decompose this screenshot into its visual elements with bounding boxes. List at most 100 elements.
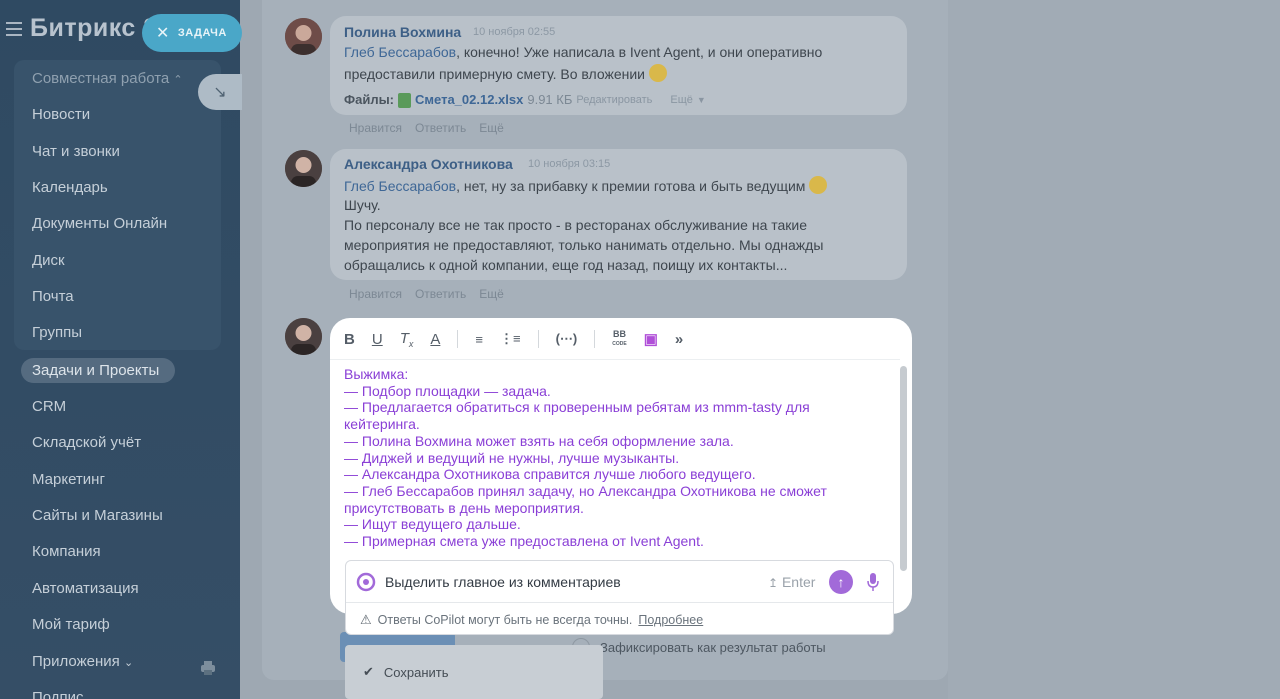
collapse-button[interactable]: ↘ — [198, 74, 242, 110]
fix-result-label[interactable]: Зафиксировать как результат работы — [600, 640, 826, 655]
comment-text: , нет, ну за прибавку к премии готова и … — [456, 178, 806, 194]
bbcode-icon[interactable]: BB CODE — [612, 330, 626, 348]
comment-author[interactable]: Полина Вохмина — [344, 24, 461, 40]
task-button-label: ЗАДАЧА — [177, 27, 227, 39]
bold-icon[interactable]: B — [344, 331, 355, 348]
excel-file-icon — [398, 92, 412, 108]
enter-hint-label: Enter — [781, 574, 816, 590]
sidebar-item-subscription[interactable]: Подпис... — [32, 689, 96, 699]
comment-text-line: Шучу. — [344, 197, 381, 213]
save-menu-item[interactable]: ✔ Сохранить — [363, 664, 449, 680]
avatar-image — [285, 150, 322, 187]
avatar-image — [285, 18, 322, 55]
summary-line: — Полина Вохмина может взять на себя офо… — [344, 432, 734, 449]
sidebar-item-calendar[interactable]: Календарь — [32, 179, 108, 196]
arrow-up-icon: ↑ — [837, 574, 845, 590]
more-info-link[interactable]: Подробнее — [638, 613, 703, 627]
underline-icon[interactable]: U — [372, 331, 383, 348]
enter-hint: ↥ Enter — [768, 574, 815, 590]
comment-text-line: обращались к одной компании, еще год наз… — [344, 257, 788, 273]
summary-line: присутствовать в день мероприятия. — [344, 499, 584, 516]
chevron-up-icon: ⌃ — [173, 74, 183, 86]
chevron-down-icon: ⌄ — [123, 657, 134, 669]
editor-content[interactable]: Выжимка: — Подбор площадки — задача. — П… — [344, 366, 884, 550]
editor-toolbar: B U Tx A ≡ ⋮≡ (⋯) BB CODE ▣ » — [344, 328, 700, 350]
reply-link[interactable]: Ответить — [415, 121, 466, 135]
reply-link[interactable]: Ответить — [415, 287, 466, 301]
comment-text-line: мероприятия не предоставляют, только нан… — [344, 237, 824, 253]
text-color-icon[interactable]: A — [430, 331, 440, 348]
avatar[interactable] — [285, 18, 322, 55]
file-size: 9.91 КБ — [527, 92, 573, 107]
comment-time: 10 ноября 03:15 — [528, 158, 611, 170]
sidebar-item-mail[interactable]: Почта — [32, 288, 74, 305]
sidebar-item-tasks[interactable]: Задачи и Проекты — [32, 362, 159, 379]
avatar[interactable] — [285, 318, 322, 355]
toolbar-divider — [537, 330, 539, 348]
bullet-list-icon[interactable]: ⋮≡ — [500, 331, 521, 347]
sidebar-item-apps[interactable]: Приложения ⌄ — [32, 653, 133, 670]
sidebar-item-disk[interactable]: Диск — [32, 252, 65, 269]
like-link[interactable]: Нравится — [349, 287, 402, 301]
overlay-shade — [948, 0, 1280, 699]
mention-link[interactable]: Глеб Бессарабов — [344, 44, 456, 60]
editor-scrollbar[interactable] — [900, 366, 907, 571]
sidebar-item-docs[interactable]: Документы Онлайн — [32, 215, 167, 232]
save-menu: ✔ Сохранить — [345, 645, 603, 699]
mention-link[interactable]: Глеб Бессарабов — [344, 178, 456, 194]
sidebar-item-sites[interactable]: Сайты и Магазины — [32, 507, 163, 524]
more-icon[interactable]: » — [675, 331, 683, 348]
files-label: Файлы: — [344, 92, 395, 107]
check-icon: ✔ — [363, 664, 374, 679]
sidebar-item-automation[interactable]: Автоматизация — [32, 580, 139, 597]
brand: Битрикс 2 — [6, 14, 158, 43]
comment-actions: Нравится Ответить Ещё — [349, 121, 504, 135]
sidebar-item-marketing[interactable]: Маркетинг — [32, 471, 105, 488]
copilot-prompt-input[interactable]: Выделить главное из комментариев — [385, 574, 621, 590]
sidebar-item-tariff[interactable]: Мой тариф — [32, 616, 110, 633]
smile-icon — [809, 176, 828, 194]
menu-icon[interactable] — [6, 21, 24, 36]
ordered-list-icon[interactable]: ≡ — [475, 332, 483, 347]
clear-format-icon[interactable]: Tx — [400, 330, 414, 349]
file-edit-link[interactable]: Редактировать — [576, 90, 652, 110]
brand-title: Битрикс 2 — [30, 14, 158, 42]
copilot-image-icon[interactable]: ▣ — [644, 330, 658, 348]
enter-arrow-icon: ↥ — [768, 576, 779, 590]
like-link[interactable]: Нравится — [349, 121, 402, 135]
summary-line: — Глеб Бессарабов принял задачу, но Алек… — [344, 482, 827, 499]
comment-author[interactable]: Александра Охотникова — [344, 156, 513, 172]
summary-line: — Предлагается обратиться к проверенным … — [344, 399, 810, 416]
file-link[interactable]: Смета_02.12.xlsx — [415, 90, 523, 110]
sidebar-item-crm[interactable]: CRM — [32, 398, 66, 415]
chevron-down-icon: ▼ — [696, 95, 706, 105]
more-link[interactable]: Ещё — [479, 121, 504, 135]
comment-text-line: предоставили примерную смету. Во вложени… — [344, 64, 667, 84]
summary-line: — Примерная смета уже предоставлена от I… — [344, 533, 704, 550]
comment-actions: Нравится Ответить Ещё — [349, 287, 504, 301]
editor-divider — [330, 359, 900, 360]
sidebar-item-chat[interactable]: Чат и звонки — [32, 143, 120, 160]
comment-text-line: Глеб Бессарабов, конечно! Уже написала в… — [344, 42, 822, 62]
comment-text-line: По персоналу все не так просто - в ресто… — [344, 217, 808, 233]
avatar[interactable] — [285, 150, 322, 187]
disclaimer-text: Ответы CoPilot могут быть не всегда точн… — [377, 613, 633, 627]
more-link[interactable]: Ещё — [479, 287, 504, 301]
file-more-link[interactable]: Ещё — [670, 90, 693, 110]
microphone-icon[interactable] — [866, 572, 880, 592]
sidebar-group-collab[interactable]: Совместная работа ⌃ — [32, 70, 183, 87]
sidebar-item-warehouse[interactable]: Складской учёт — [32, 434, 141, 451]
comment-text: , конечно! Уже написала в Ivent Agent, и… — [456, 44, 823, 60]
copilot-disclaimer: ⚠ Ответы CoPilot могут быть не всегда то… — [360, 612, 703, 628]
copilot-input-row: Выделить главное из комментариев ↥ Enter… — [346, 561, 893, 603]
printer-icon[interactable] — [200, 660, 216, 676]
sidebar-group-label: Совместная работа — [32, 70, 170, 87]
send-button[interactable]: ↑ — [829, 570, 853, 594]
code-icon[interactable]: (⋯) — [556, 331, 578, 347]
toolbar-divider — [457, 330, 459, 348]
task-close-button[interactable]: ✕ ЗАДАЧА — [142, 14, 242, 52]
sidebar-item-groups[interactable]: Группы — [32, 324, 82, 341]
sidebar-item-news[interactable]: Новости — [32, 106, 90, 123]
warning-icon: ⚠ — [360, 612, 372, 627]
sidebar-item-company[interactable]: Компания — [32, 543, 101, 560]
